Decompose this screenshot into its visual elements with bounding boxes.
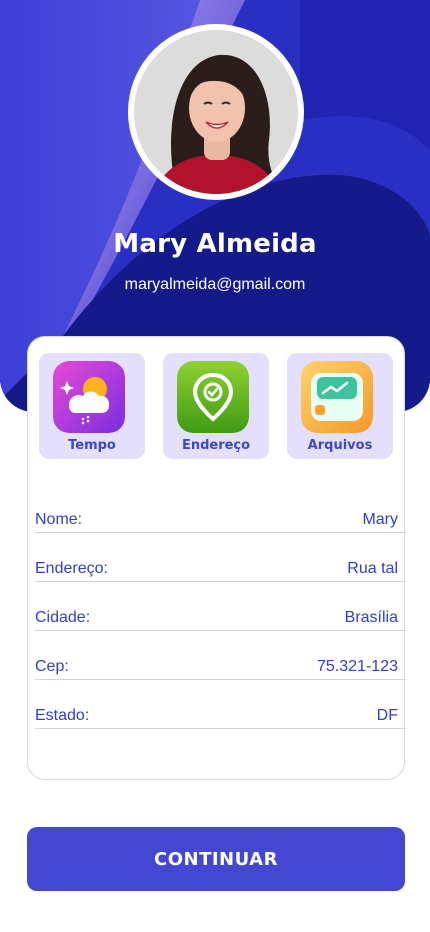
- profile-photo-icon: [134, 30, 298, 194]
- shortcut-arquivos[interactable]: Arquivos: [287, 353, 393, 459]
- field-label: Endereço:: [35, 560, 108, 577]
- field-label: Cep:: [35, 658, 69, 675]
- field-value: Brasília: [344, 609, 398, 626]
- field-value: 75.321-123: [317, 658, 398, 675]
- continue-button[interactable]: CONTINUAR: [27, 827, 405, 891]
- field-endereco: Endereço: Rua tal: [35, 560, 406, 582]
- field-label: Nome:: [35, 511, 83, 528]
- field-value: DF: [376, 707, 398, 724]
- weather-icon: [53, 361, 125, 433]
- field-nome: Nome: Mary: [35, 511, 406, 533]
- shortcut-label: Tempo: [68, 438, 116, 453]
- user-name: Mary Almeida: [113, 229, 317, 259]
- location-pin-icon: [177, 361, 249, 433]
- field-cep: Cep: 75.321-123: [35, 658, 406, 680]
- shortcut-endereco[interactable]: Endereço: [163, 353, 269, 459]
- field-cidade: Cidade: Brasília: [35, 609, 406, 631]
- field-value: Rua tal: [347, 560, 398, 577]
- avatar: [134, 30, 298, 194]
- avatar-frame[interactable]: [128, 24, 304, 200]
- field-value: Mary: [362, 511, 398, 528]
- profile-card: Tempo Endereço Arquivos Nome: Mary Ender…: [27, 336, 406, 780]
- field-label: Estado:: [35, 707, 90, 724]
- user-email: maryalmeida@gmail.com: [124, 276, 306, 293]
- files-icon: [301, 361, 373, 433]
- shortcut-label: Arquivos: [307, 438, 373, 453]
- shortcut-tempo[interactable]: Tempo: [39, 353, 145, 459]
- shortcut-label: Endereço: [181, 438, 251, 453]
- field-estado: Estado: DF: [35, 707, 406, 729]
- field-label: Cidade:: [35, 609, 91, 626]
